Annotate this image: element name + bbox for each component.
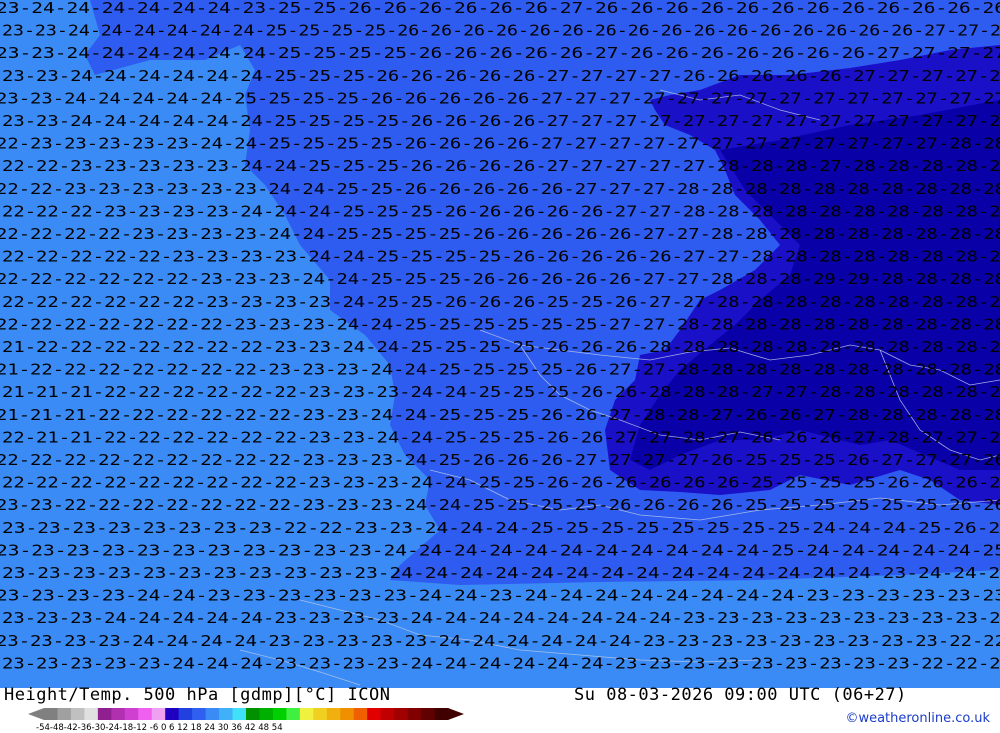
contour-label-row: 23-23-23-24-24-24-24-24-23-23-23-23-24-2… [2,609,1000,627]
legend-swatch [192,708,207,720]
legend-swatch [299,708,314,720]
contour-label-row: 22-22-22-22-22-22-23-23-23-24-24-25-25-2… [0,270,1000,288]
contour-label-row: 22-22-22-22-23-23-23-23-24-24-25-25-25-2… [0,225,1000,243]
contour-label-row: 23-23-23-23-23-24-24-24-23-23-23-23-24-2… [2,654,1000,672]
contour-label-row: 23-23-23-23-24-24-23-23-23-23-23-23-24-2… [0,587,1000,605]
legend-swatch [84,708,99,720]
contour-label-row: 23-23-23-23-23-23-23-23-23-23-23-24-24-2… [0,541,1000,559]
credit-link[interactable]: ©weatheronline.co.uk [845,711,990,726]
legend-swatch [111,708,126,720]
contour-label-row: 21-21-21-22-22-22-22-22-22-23-23-23-24-2… [2,383,1000,401]
legend-swatch [367,708,382,720]
legend-swatch [380,708,395,720]
legend-swatch [326,708,341,720]
legend-swatch [246,708,260,720]
legend-swatch [70,708,85,720]
legend-swatch [97,708,112,720]
color-legend [28,708,464,720]
legend-swatch [44,708,58,720]
contour-label-row: 22-23-23-23-23-23-24-24-25-25-25-25-26-2… [0,135,1000,153]
contour-label-row: 23-23-23-23-23-23-23-23-23-23-23-24-24-2… [2,564,1000,582]
map-canvas: 23-24-24-24-24-24-24-23-25-25-26-26-26-2… [0,0,1000,688]
contour-label-row: 21-21-21-22-22-22-22-22-22-23-23-24-24-2… [0,406,1000,424]
legend-swatch [259,708,274,720]
legend-swatch [232,708,247,720]
legend-swatch [394,708,409,720]
contour-label-row: 22-22-22-22-22-22-22-22-22-23-23-23-24-2… [2,474,1000,492]
contour-label-row: 22-22-22-22-22-22-22-23-23-23-24-24-25-2… [0,315,1000,333]
contour-label-row: 22-22-22-23-23-23-23-24-24-24-25-25-25-2… [2,202,1000,220]
contour-label-row: 23-23-22-22-22-22-22-22-22-23-23-23-24-2… [0,496,1000,514]
legend-swatch [340,708,355,720]
contour-label-row: 22-22-22-22-22-23-23-23-23-24-24-25-25-2… [2,248,1000,266]
valid-datetime: Su 08-03-2026 09:00 UTC (06+27) [574,685,907,705]
contour-label-row: 23-24-24-24-24-24-24-23-25-25-26-26-26-2… [0,0,1000,17]
legend-swatch [434,708,449,720]
legend-swatch [421,708,436,720]
legend-swatch [151,708,166,720]
contour-label-row: 22-22-23-23-23-23-23-23-24-24-25-25-26-2… [0,180,1000,198]
contour-label-row: 23-23-24-24-24-24-24-24-25-25-25-25-26-2… [2,22,1000,40]
legend-tick-labels: -54-48-42-36-30-24-18-12 -6 0 6 12 18 24… [36,723,283,733]
contour-label-row: 22-22-22-22-22-22-23-23-23-23-24-25-25-2… [2,293,1000,311]
contour-label-row: 23-23-23-23-23-23-23-23-22-22-23-23-24-2… [2,519,1000,537]
legend-swatch [205,708,220,720]
footer-bar: Height/Temp. 500 hPa [gdmp][°C] ICON Su … [0,685,1000,733]
legend-swatch [165,708,180,720]
legend-swatch [353,708,368,720]
legend-swatch [138,708,153,720]
contour-label-row: 23-23-24-24-24-24-24-24-25-25-25-25-26-2… [0,44,1000,62]
contour-label-row: 23-23-24-24-24-24-24-25-25-25-25-26-26-2… [0,89,1000,107]
contour-label-row: 23-23-23-23-24-24-24-24-23-23-23-23-23-2… [0,632,1000,650]
weather-map: 23-24-24-24-24-24-24-23-25-25-26-26-26-2… [0,0,1000,688]
legend-swatch [313,708,328,720]
legend-swatch [407,708,422,720]
legend-swatch [272,708,287,720]
contour-label-row: 22-21-21-22-22-22-22-22-22-23-23-24-24-2… [2,428,1000,446]
legend-arrow-right [448,708,464,720]
legend-swatch [219,708,234,720]
legend-swatch [286,708,301,720]
contour-label-row: 23-23-24-24-24-24-24-24-25-25-25-25-26-2… [2,112,1000,130]
contour-label-row: 22-22-22-22-22-22-22-22-22-23-23-23-24-2… [0,451,1000,469]
legend-swatch [57,708,72,720]
map-title: Height/Temp. 500 hPa [gdmp][°C] ICON [4,685,391,705]
contour-label-row: 21-22-22-22-22-22-22-22-23-23-24-24-25-2… [2,338,1000,356]
contour-label-row: 23-23-24-24-24-24-24-24-25-25-25-26-26-2… [2,67,1000,85]
legend-swatch [124,708,139,720]
legend-arrow-left [28,708,44,720]
contour-label-row: 21-22-22-22-22-22-22-22-23-23-23-24-24-2… [0,361,1000,379]
contour-label-row: 22-22-23-23-23-23-23-24-24-25-25-25-26-2… [2,157,1000,175]
legend-swatch [178,708,193,720]
